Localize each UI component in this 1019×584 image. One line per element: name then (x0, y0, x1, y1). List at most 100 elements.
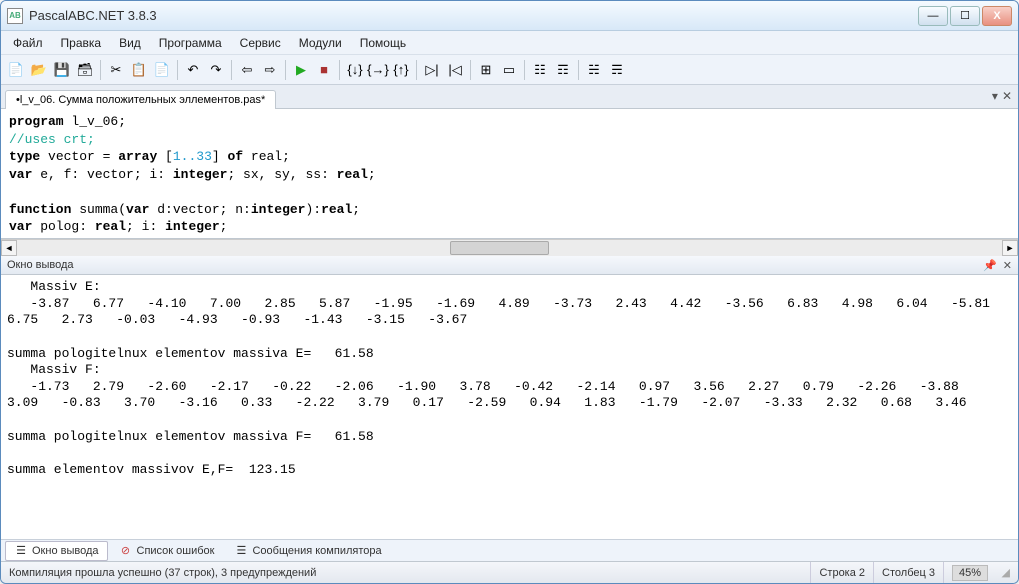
separator (339, 60, 340, 80)
bottom-tabs: ☰ Окно вывода ⊘Список ошибок ☰Сообщения к… (1, 539, 1018, 561)
scroll-left-icon[interactable]: ◄ (1, 240, 17, 256)
status-column: Столбец 3 (873, 562, 943, 583)
code-token: polog: (32, 219, 94, 234)
output-panel[interactable]: Massiv E: -3.87 6.77 -4.10 7.00 2.85 5.8… (1, 275, 1018, 539)
code-token: e, f: vector; i: (32, 167, 172, 182)
statusbar: Компиляция прошла успешно (37 строк), 3 … (1, 561, 1018, 583)
code-comment: //uses crt; (9, 132, 95, 147)
tab-dropdown-icon[interactable]: ▾ (992, 89, 998, 103)
code-token: ] (212, 149, 228, 164)
separator (285, 60, 286, 80)
bracket-right-icon[interactable]: ▷| (421, 59, 443, 81)
code-token: ; i: (126, 219, 165, 234)
scroll-track[interactable] (17, 240, 1002, 256)
redo-icon[interactable]: ↷ (205, 59, 227, 81)
undo-icon[interactable]: ↶ (182, 59, 204, 81)
editor-tabs: •l_v_06. Сумма положительных эллементов.… (1, 85, 1018, 109)
nav-back-icon[interactable]: ⇦ (236, 59, 258, 81)
code-token: 1..33 (173, 149, 212, 164)
window-title: PascalABC.NET 3.8.3 (29, 8, 918, 23)
close-panel-icon[interactable]: ✕ (1003, 259, 1012, 272)
paste-icon[interactable]: 📄 (151, 59, 173, 81)
run-icon[interactable]: ▶ (290, 59, 312, 81)
code-token: integer (251, 202, 306, 217)
code-token: var (9, 219, 32, 234)
maximize-button[interactable]: ☐ (950, 6, 980, 26)
tab-output[interactable]: ☰ Окно вывода (5, 541, 108, 561)
code-token: function (9, 202, 71, 217)
status-message: Компиляция прошла успешно (37 строк), 3 … (9, 567, 316, 579)
code-token: program (9, 114, 64, 129)
toolbar: 📄 📂 💾 🗃 ✂ 📋 📄 ↶ ↷ ⇦ ⇨ ▶ ■ {↓} {→} {↑} ▷|… (1, 55, 1018, 85)
nav-forward-icon[interactable]: ⇨ (259, 59, 281, 81)
scroll-thumb[interactable] (450, 241, 549, 255)
app-icon: AB (7, 8, 23, 24)
tab-close-icon[interactable]: ✕ (1002, 89, 1012, 103)
copy-icon[interactable]: 📋 (128, 59, 150, 81)
save-all-icon[interactable]: 🗃 (74, 59, 96, 81)
close-button[interactable]: X (982, 6, 1012, 26)
stop-icon[interactable]: ■ (313, 59, 335, 81)
tab-errors[interactable]: ⊘Список ошибок (110, 541, 224, 561)
separator (578, 60, 579, 80)
tab-output-label: Окно вывода (32, 545, 99, 557)
code-token: l_v_06; (64, 114, 126, 129)
code-token: integer (173, 167, 228, 182)
code-token: [ (157, 149, 173, 164)
tab-compiler[interactable]: ☰Сообщения компилятора (225, 541, 390, 561)
compiler-icon: ☰ (234, 544, 248, 558)
minimize-button[interactable]: — (918, 6, 948, 26)
code-token: vector = (40, 149, 118, 164)
menu-help[interactable]: Помощь (352, 33, 414, 53)
output-title: Окно вывода (7, 259, 74, 271)
code-token: var (126, 202, 149, 217)
separator (470, 60, 471, 80)
step-out-icon[interactable]: {↑} (390, 59, 412, 81)
scroll-right-icon[interactable]: ► (1002, 240, 1018, 256)
module2-icon[interactable]: ☶ (552, 59, 574, 81)
app-window: AB PascalABC.NET 3.8.3 — ☐ X Файл Правка… (0, 0, 1019, 584)
titlebar[interactable]: AB PascalABC.NET 3.8.3 — ☐ X (1, 1, 1018, 31)
menubar: Файл Правка Вид Программа Сервис Модули … (1, 31, 1018, 55)
code-token: ; (352, 202, 360, 217)
status-line: Строка 2 (810, 562, 873, 583)
resize-grip-icon[interactable]: ◢ (996, 566, 1010, 579)
code-token: of (227, 149, 243, 164)
editor-hscrollbar[interactable]: ◄ ► (1, 239, 1018, 255)
window-controls: — ☐ X (918, 6, 1012, 26)
separator (416, 60, 417, 80)
grid-icon[interactable]: ⊞ (475, 59, 497, 81)
tool-a-icon[interactable]: ☵ (583, 59, 605, 81)
code-token: var (9, 167, 32, 182)
output-panel-header[interactable]: Окно вывода 📌 ✕ (1, 255, 1018, 275)
code-token: ; sx, sy, ss: (227, 167, 336, 182)
menu-file[interactable]: Файл (5, 33, 51, 53)
menu-service[interactable]: Сервис (232, 33, 289, 53)
tab-errors-label: Список ошибок (137, 545, 215, 557)
menu-edit[interactable]: Правка (53, 33, 110, 53)
save-icon[interactable]: 💾 (51, 59, 73, 81)
separator (231, 60, 232, 80)
tool-b-icon[interactable]: ☴ (606, 59, 628, 81)
pin-icon[interactable]: 📌 (983, 259, 997, 272)
bracket-left-icon[interactable]: |◁ (444, 59, 466, 81)
menu-modules[interactable]: Модули (291, 33, 350, 53)
file-tab[interactable]: •l_v_06. Сумма положительных эллементов.… (5, 90, 276, 109)
code-editor[interactable]: program l_v_06; //uses crt; type vector … (1, 109, 1018, 239)
new-file-icon[interactable]: 📄 (5, 59, 27, 81)
cut-icon[interactable]: ✂ (105, 59, 127, 81)
module-icon[interactable]: ☷ (529, 59, 551, 81)
output-icon: ☰ (14, 544, 28, 558)
code-token: real (95, 219, 126, 234)
step-into-icon[interactable]: {↓} (344, 59, 366, 81)
step-over-icon[interactable]: {→} (367, 59, 389, 81)
panel-icon[interactable]: ▭ (498, 59, 520, 81)
code-token: real; (243, 149, 290, 164)
code-token: real (321, 202, 352, 217)
open-file-icon[interactable]: 📂 (28, 59, 50, 81)
separator (177, 60, 178, 80)
menu-view[interactable]: Вид (111, 33, 149, 53)
menu-program[interactable]: Программа (151, 33, 230, 53)
separator (100, 60, 101, 80)
code-token: type (9, 149, 40, 164)
